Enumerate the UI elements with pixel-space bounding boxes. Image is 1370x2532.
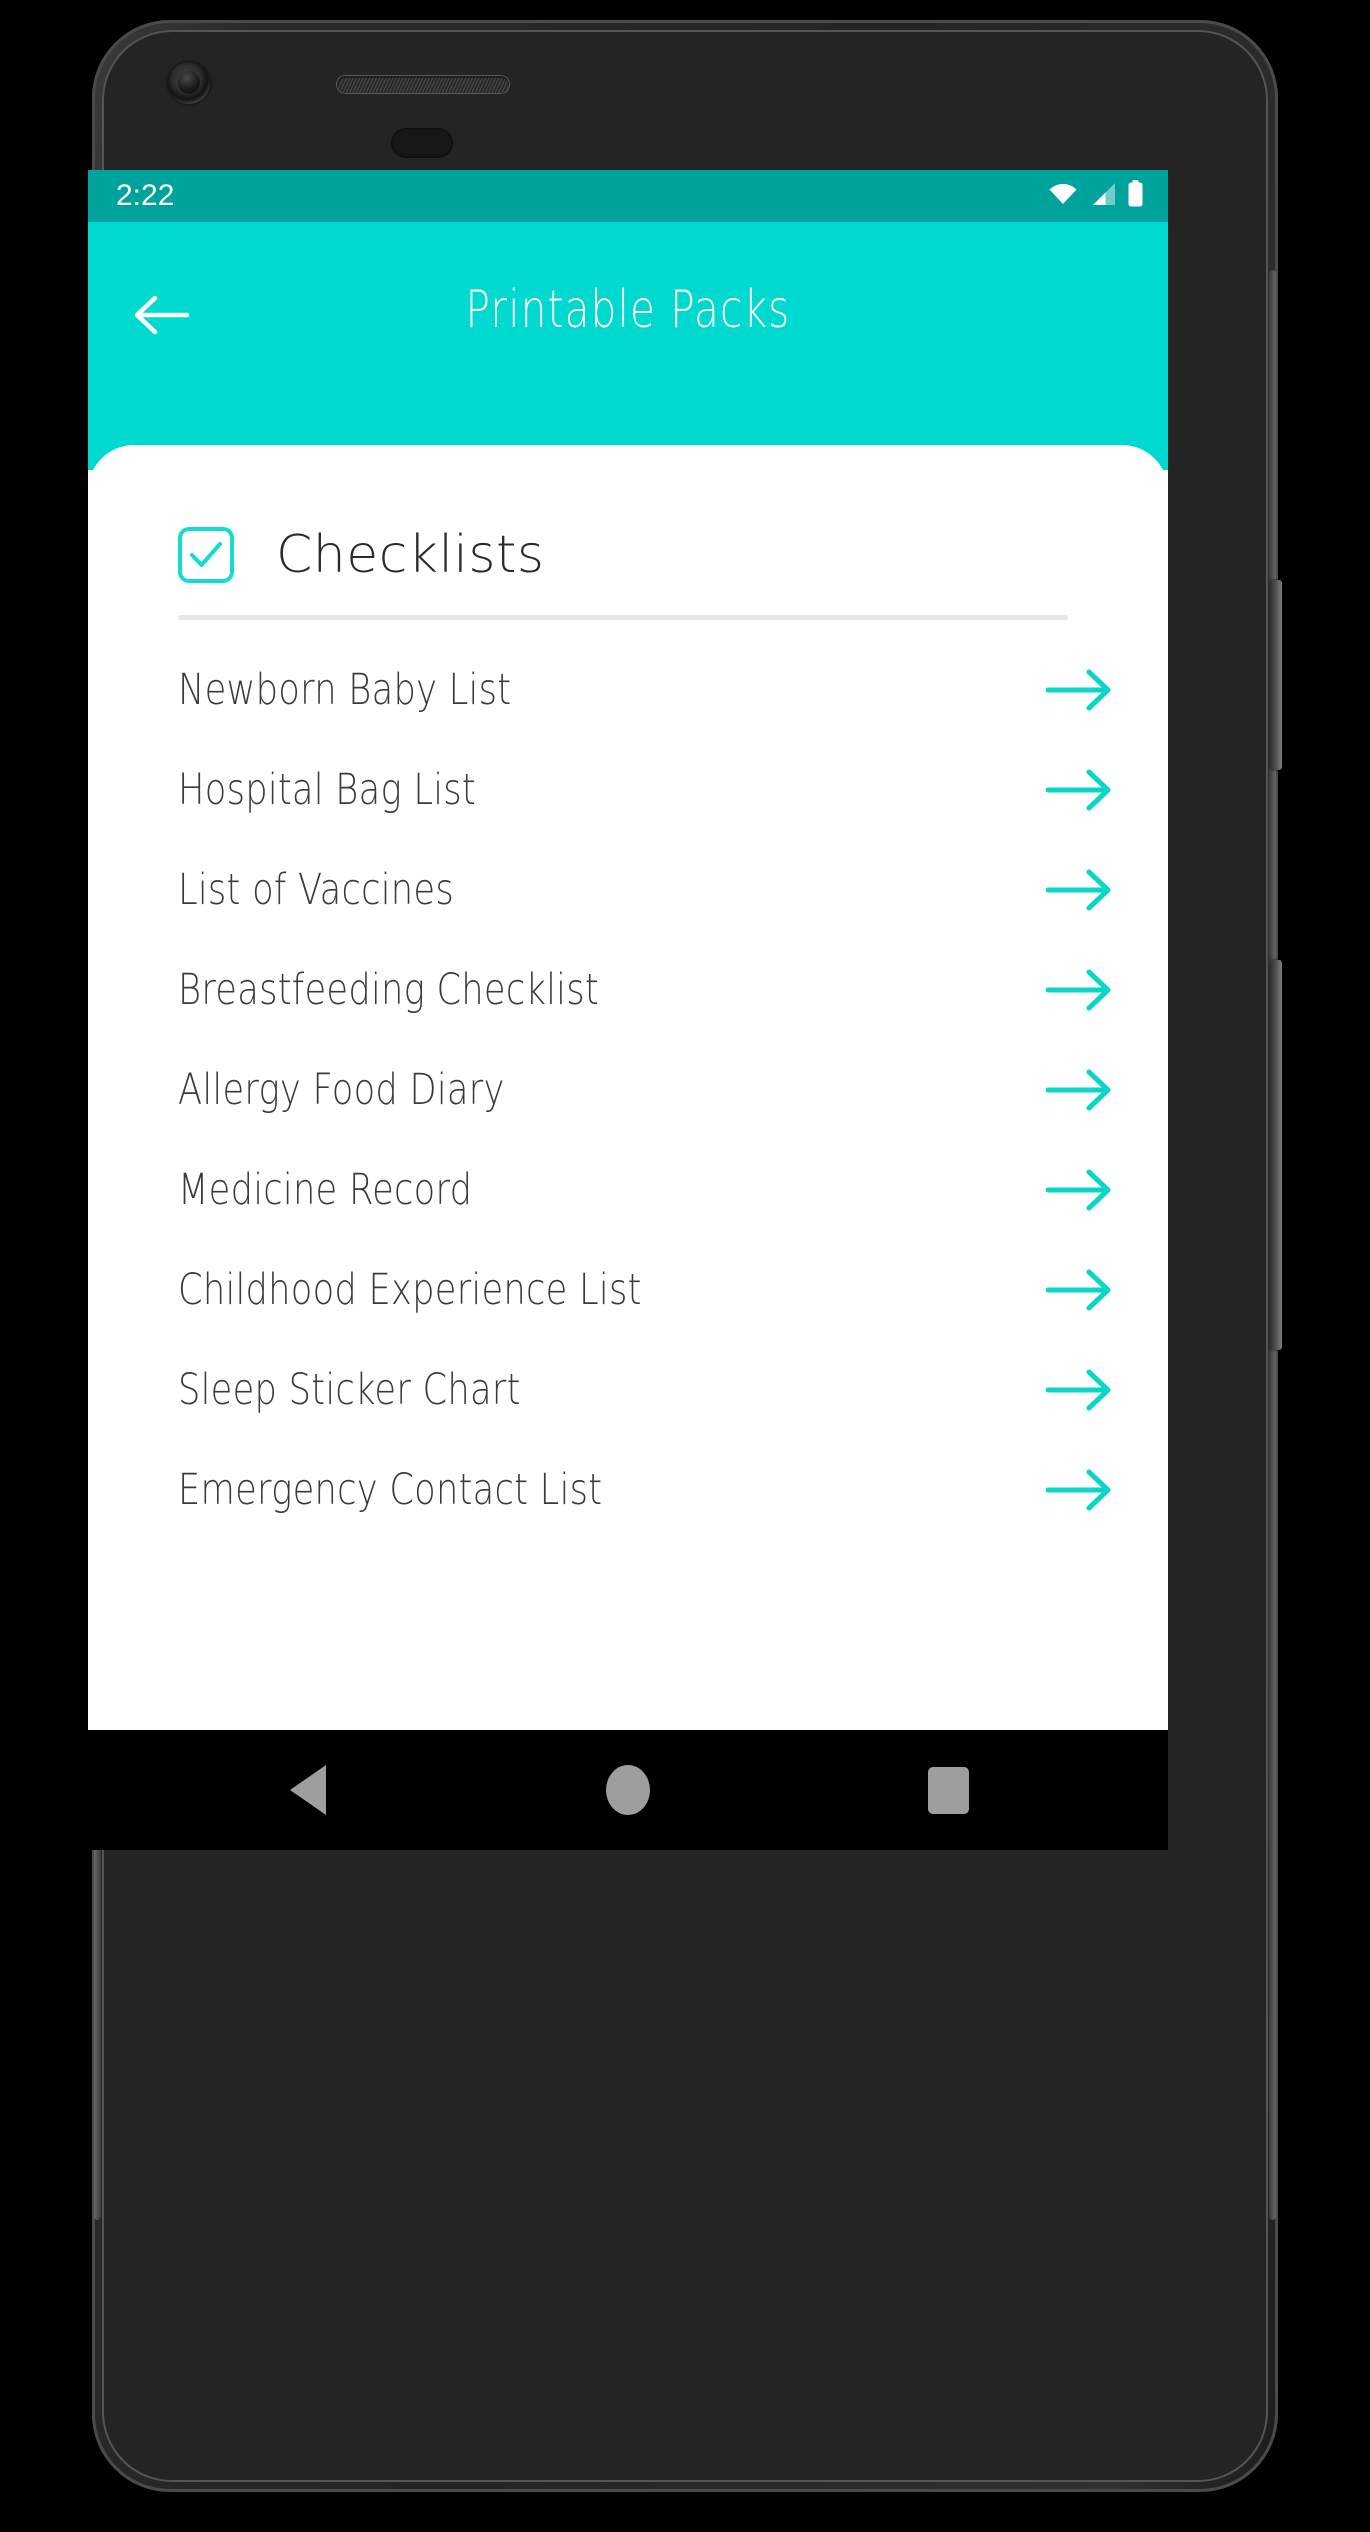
nav-back-button[interactable] <box>253 1735 363 1845</box>
arrow-right-icon[interactable] <box>1046 1368 1112 1412</box>
power-button[interactable] <box>1270 580 1282 770</box>
back-arrow-icon[interactable] <box>126 284 198 346</box>
arrow-right-icon[interactable] <box>1046 968 1112 1012</box>
status-bar-icons <box>1048 180 1144 212</box>
checklist-row[interactable]: Breastfeeding Checklist <box>88 940 1168 1040</box>
checklist-row-label: Sleep Sticker Chart <box>178 1365 521 1415</box>
android-navigation-bar <box>88 1730 1168 1850</box>
earpiece-speaker-icon <box>337 76 509 93</box>
checklist-row-label: Emergency Contact List <box>178 1465 603 1515</box>
nav-recents-button[interactable] <box>893 1735 1003 1845</box>
checklist-row[interactable]: Emergency Contact List <box>88 1440 1168 1540</box>
cellular-signal-icon <box>1089 182 1116 211</box>
section-header: Checklists <box>88 445 1168 585</box>
wifi-icon <box>1048 182 1078 211</box>
checklist-row[interactable]: List of Vaccines <box>88 840 1168 940</box>
status-bar: 2:22 <box>88 170 1168 222</box>
arrow-right-icon[interactable] <box>1046 1268 1112 1312</box>
arrow-right-icon[interactable] <box>1046 768 1112 812</box>
checklist-row[interactable]: Medicine Record <box>88 1140 1168 1240</box>
checklist-row-label: Breastfeeding Checklist <box>178 965 599 1015</box>
status-bar-clock: 2:22 <box>116 179 175 212</box>
arrow-right-icon[interactable] <box>1046 1168 1112 1212</box>
checklist-row-label: List of Vaccines <box>178 865 454 915</box>
checklist-row-label: Childhood Experience List <box>178 1265 642 1315</box>
checklist-row[interactable]: Hospital Bag List <box>88 740 1168 840</box>
battery-icon <box>1127 180 1144 212</box>
volume-rocker-button[interactable] <box>1270 960 1282 1350</box>
check-icon <box>190 542 222 567</box>
nav-home-button[interactable] <box>573 1735 683 1845</box>
checklist-row-label: Medicine Record <box>178 1165 473 1215</box>
section-divider <box>178 615 1068 620</box>
content-card: Checklists Newborn Baby List Hospital Bag… <box>88 445 1168 1730</box>
front-camera-icon <box>168 62 210 104</box>
arrow-right-icon[interactable] <box>1046 1468 1112 1512</box>
triangle-back-icon <box>290 1765 326 1815</box>
checklist-row[interactable]: Allergy Food Diary <box>88 1040 1168 1140</box>
checklist-row[interactable]: Sleep Sticker Chart <box>88 1340 1168 1440</box>
arrow-right-icon[interactable] <box>1046 868 1112 912</box>
checklist-items-list: Newborn Baby List Hospital Bag List List o… <box>88 640 1168 1540</box>
checklist-row[interactable]: Childhood Experience List <box>88 1240 1168 1340</box>
checklist-row[interactable]: Newborn Baby List <box>88 640 1168 740</box>
checklist-row-label: Hospital Bag List <box>178 765 476 815</box>
app-bar: Printable Packs <box>88 222 1168 470</box>
section-title: Checklists <box>276 525 545 585</box>
checklist-row-label: Newborn Baby List <box>178 665 512 715</box>
square-recents-icon <box>927 1766 969 1814</box>
page-title: Printable Packs <box>465 280 791 340</box>
circle-home-icon <box>606 1765 650 1815</box>
phone-screen: 2:22 Printable Packs Checklists Newborn … <box>88 170 1168 1850</box>
checklists-checkbox[interactable] <box>178 527 234 583</box>
arrow-right-icon[interactable] <box>1046 668 1112 712</box>
checklist-row-label: Allergy Food Diary <box>178 1065 505 1115</box>
phone-chin <box>92 1850 1278 2450</box>
phone-device-frame: 2:22 Printable Packs Checklists Newborn … <box>88 20 1282 2492</box>
arrow-right-icon[interactable] <box>1046 1068 1112 1112</box>
proximity-sensor-icon <box>391 128 453 158</box>
